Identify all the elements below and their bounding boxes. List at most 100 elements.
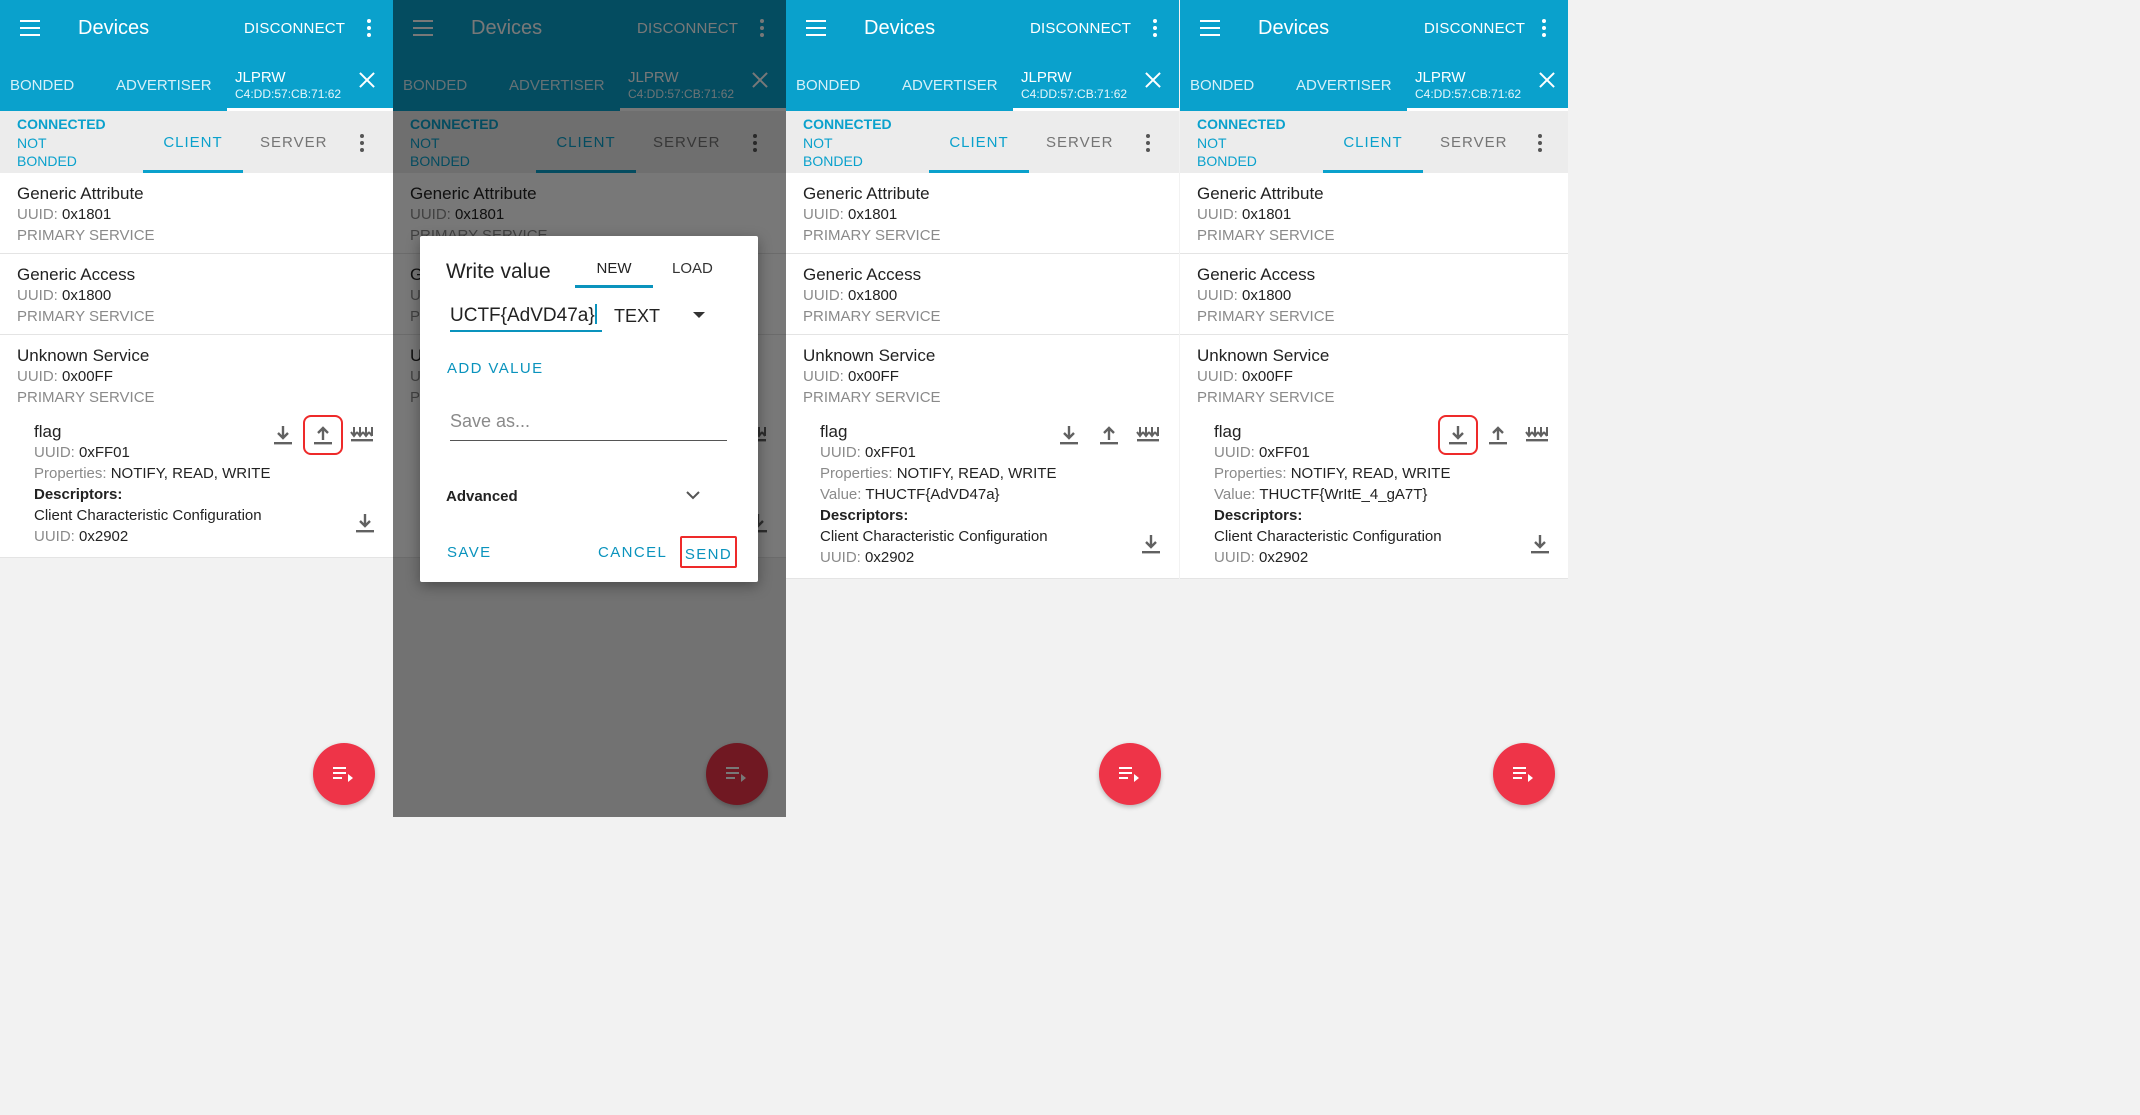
close-icon[interactable]	[1144, 71, 1162, 89]
service-item[interactable]: Generic Access UUID: 0x1800 PRIMARY SERV…	[0, 254, 393, 335]
value-input[interactable]: UCTF{AdVD47a}	[450, 300, 602, 332]
service-item[interactable]: Generic Attribute UUID: 0x1801 PRIMARY S…	[786, 173, 1179, 254]
write-value-dialog: Write value NEW LOAD UCTF{AdVD47a} TEXT …	[420, 236, 758, 582]
uuid-label: UUID:	[34, 444, 75, 461]
characteristic-item[interactable]: flag UUID: 0xFF01 Properties: NOTIFY, RE…	[1180, 415, 1568, 579]
tab-bonded[interactable]: BONDED	[1190, 77, 1254, 94]
hamburger-menu-icon[interactable]	[20, 20, 40, 36]
descriptor-uuid: 0x2902	[79, 528, 129, 545]
log-fab-button[interactable]	[1099, 743, 1161, 805]
write-upload-icon[interactable]	[1484, 421, 1512, 449]
read-download-icon[interactable]	[1438, 415, 1478, 455]
service-item[interactable]: Generic Access UUID: 0x1800 PRIMARY SERV…	[1180, 254, 1568, 335]
tab-bonded[interactable]: BONDED	[796, 77, 860, 94]
tab-load[interactable]: LOAD	[672, 260, 713, 277]
tab-advertiser[interactable]: ADVERTISER	[1296, 77, 1392, 94]
tab-advertiser[interactable]: ADVERTISER	[902, 77, 998, 94]
write-upload-icon[interactable]	[303, 415, 343, 455]
uuid-label: UUID:	[17, 206, 58, 223]
chevron-down-icon[interactable]	[686, 487, 700, 505]
cancel-button[interactable]: CANCEL	[598, 544, 667, 561]
tab-client[interactable]: CLIENT	[1323, 111, 1423, 173]
service-item[interactable]: Generic Attribute UUID: 0x1801 PRIMARY S…	[0, 173, 393, 254]
uuid-label: UUID:	[803, 206, 844, 223]
more-options-icon[interactable]	[1146, 134, 1150, 152]
more-options-icon[interactable]	[1153, 19, 1157, 37]
service-item[interactable]: Unknown Service UUID: 0x00FF PRIMARY SER…	[1180, 335, 1568, 415]
notify-arrows-icon[interactable]	[1522, 421, 1550, 449]
more-options-icon[interactable]	[1542, 19, 1546, 37]
descriptor-read-icon[interactable]	[1526, 530, 1554, 558]
close-icon[interactable]	[358, 71, 376, 89]
tab-client[interactable]: CLIENT	[143, 111, 243, 173]
dropdown-arrow-icon[interactable]	[693, 312, 705, 318]
save-as-input[interactable]: Save as...	[450, 411, 727, 441]
tab-advertiser[interactable]: ADVERTISER	[116, 77, 212, 94]
read-download-icon[interactable]	[1055, 421, 1083, 449]
service-uuid: 0x00FF	[62, 368, 113, 385]
service-name: Generic Attribute	[803, 184, 930, 203]
write-upload-icon[interactable]	[1095, 421, 1123, 449]
service-type: PRIMARY SERVICE	[803, 227, 941, 244]
tab-server[interactable]: SERVER	[260, 134, 327, 151]
service-item[interactable]: Generic Access UUID: 0x1800 PRIMARY SERV…	[786, 254, 1179, 335]
tab-new[interactable]: NEW	[575, 252, 653, 288]
text-caret	[594, 304, 597, 324]
descriptor-read-icon[interactable]	[351, 509, 379, 537]
connection-state: CONNECTED	[17, 116, 106, 132]
send-button[interactable]: SEND	[680, 536, 737, 568]
toolbar-title: Devices	[1258, 17, 1330, 39]
service-name: Unknown Service	[803, 346, 936, 365]
service-item[interactable]: Unknown Service UUID: 0x00FF PRIMARY SER…	[786, 335, 1179, 415]
service-uuid: 0x00FF	[1242, 368, 1293, 385]
notify-arrows-icon[interactable]	[347, 421, 375, 449]
properties-label: Properties:	[34, 465, 107, 482]
more-options-icon[interactable]	[367, 19, 371, 37]
add-value-button[interactable]: ADD VALUE	[447, 360, 544, 377]
value-type-select[interactable]: TEXT	[614, 306, 660, 327]
close-icon[interactable]	[1538, 71, 1556, 89]
characteristic-value: THUCTF{AdVD47a}	[865, 486, 1000, 503]
toolbar-title: Devices	[78, 17, 150, 39]
uuid-label: UUID:	[820, 444, 861, 461]
tab-server[interactable]: SERVER	[1440, 134, 1507, 151]
hamburger-menu-icon[interactable]	[806, 20, 826, 36]
device-address: C4:DD:57:CB:71:62	[235, 87, 342, 101]
toolbar-title: Devices	[864, 17, 936, 39]
more-options-icon[interactable]	[1538, 134, 1542, 152]
service-type: PRIMARY SERVICE	[17, 389, 155, 406]
characteristic-item[interactable]: flag UUID: 0xFF01 Properties: NOTIFY, RE…	[786, 415, 1179, 579]
tab-client[interactable]: CLIENT	[929, 111, 1029, 173]
log-fab-button[interactable]	[1493, 743, 1555, 805]
descriptor-read-icon[interactable]	[1137, 530, 1165, 558]
disconnect-button[interactable]: DISCONNECT	[1424, 20, 1525, 37]
service-item[interactable]: Generic Attribute UUID: 0x1801 PRIMARY S…	[1180, 173, 1568, 254]
tab-device-jlprw[interactable]: JLPRW C4:DD:57:CB:71:62	[1013, 64, 1179, 111]
bond-state: NOT BONDED	[17, 135, 77, 169]
screen-panel-3: Devices DISCONNECT BONDED ADVERTISER JLP…	[786, 0, 1180, 817]
connection-status-bar: CONNECTED NOT BONDED CLIENT SERVER	[786, 111, 1179, 173]
hamburger-menu-icon[interactable]	[1200, 20, 1220, 36]
more-options-icon[interactable]	[360, 134, 364, 152]
tab-device-jlprw[interactable]: JLPRW C4:DD:57:CB:71:62	[227, 64, 393, 111]
advanced-toggle[interactable]: Advanced	[446, 488, 518, 505]
disconnect-button[interactable]: DISCONNECT	[244, 20, 345, 37]
tab-bonded[interactable]: BONDED	[10, 77, 74, 94]
save-button[interactable]: SAVE	[447, 544, 492, 561]
tab-server[interactable]: SERVER	[1046, 134, 1113, 151]
read-download-icon[interactable]	[269, 421, 297, 449]
tab-device-jlprw[interactable]: JLPRW C4:DD:57:CB:71:62	[1407, 64, 1568, 111]
device-tabs: BONDED ADVERTISER JLPRW C4:DD:57:CB:71:6…	[0, 58, 393, 111]
log-fab-button[interactable]	[313, 743, 375, 805]
uuid-label: UUID:	[1214, 444, 1255, 461]
descriptor-uuid: 0x2902	[865, 549, 915, 566]
service-name: Unknown Service	[17, 346, 150, 365]
uuid-label: UUID:	[1214, 549, 1255, 566]
properties-label: Properties:	[1214, 465, 1287, 482]
notify-arrows-icon[interactable]	[1133, 421, 1161, 449]
uuid-label: UUID:	[17, 368, 58, 385]
service-item[interactable]: Unknown Service UUID: 0x00FF PRIMARY SER…	[0, 335, 393, 415]
disconnect-button[interactable]: DISCONNECT	[1030, 20, 1131, 37]
descriptor-name: Client Characteristic Configuration	[34, 507, 262, 524]
characteristic-item[interactable]: flag UUID: 0xFF01 Properties: NOTIFY, RE…	[0, 415, 393, 558]
